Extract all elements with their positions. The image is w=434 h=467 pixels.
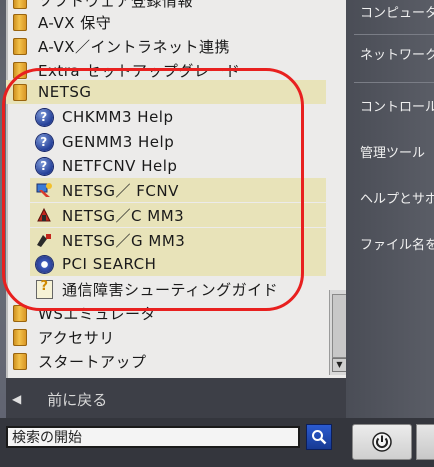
right-item-control-panel[interactable]: コントロール — [360, 96, 434, 115]
netsg-g-icon — [34, 230, 54, 250]
menu-item-netsg-fcnv[interactable]: NETSG／ FCNV — [30, 178, 326, 202]
menu-item-netfcnv-help[interactable]: ? NETFCNV Help — [30, 154, 326, 178]
help-icon: ? — [34, 132, 54, 152]
right-item-computer[interactable]: コンピュータ — [360, 2, 434, 21]
folder-icon — [10, 327, 30, 347]
search-button[interactable] — [306, 424, 332, 450]
menu-item-label: NETSG／G MM3 — [62, 231, 186, 250]
folder-icon — [10, 36, 30, 56]
menu-item-label: A-VX 保守 — [38, 13, 112, 32]
folder-icon — [10, 60, 30, 80]
menu-item-label: PCI SEARCH — [62, 255, 157, 273]
menu-item-avx-maintenance[interactable]: A-VX 保守 — [6, 10, 326, 34]
right-item-run[interactable]: ファイル名を — [360, 234, 434, 253]
menu-item-startup[interactable]: スタートアップ — [6, 349, 326, 373]
menu-item-netsg-g-mm3[interactable]: NETSG／G MM3 — [30, 228, 326, 252]
right-item-admin-tools[interactable]: 管理ツール — [360, 142, 425, 161]
folder-icon — [10, 0, 30, 10]
programs-menu-footer: ◀ 前に戻る — [6, 378, 346, 418]
menu-item-label: 通信障害シューティングガイド — [62, 280, 279, 299]
menu-item-genmm3-help[interactable]: ? GENMM3 Help — [30, 130, 326, 154]
back-button-label: 前に戻る — [47, 390, 108, 409]
search-input[interactable]: 検索の開始 — [6, 426, 300, 448]
right-pane: コンピュータ ネットワーク コントロール 管理ツール ヘルプとサポ ファイル名を — [346, 0, 434, 418]
menu-item-label: GENMM3 Help — [62, 133, 175, 151]
menu-item-label: ソフトウェア登録情報 — [38, 0, 194, 10]
menu-item-label: CHKMM3 Help — [62, 108, 174, 126]
folder-icon — [10, 303, 30, 323]
menu-item-label: NETFCNV Help — [62, 157, 178, 175]
menu-item-netsg[interactable]: NETSG — [6, 80, 326, 104]
menu-item-netsg-c-mm3[interactable]: NETSG／C MM3 — [30, 203, 326, 227]
menu-item-label: Extra セットアップグレード — [38, 61, 241, 80]
folder-icon — [10, 12, 30, 32]
menu-item-label: アクセサリ — [38, 328, 115, 347]
right-item-network[interactable]: ネットワーク — [360, 44, 434, 63]
divider — [354, 82, 434, 83]
search-icon — [312, 430, 327, 445]
divider — [354, 34, 434, 35]
menu-item-ws-emulator[interactable]: WSエミュレータ — [6, 301, 326, 325]
left-triangle-icon: ◀ — [12, 392, 22, 406]
folder-icon — [10, 351, 30, 371]
pci-search-icon — [34, 254, 54, 274]
menu-item-label: WSエミュレータ — [38, 304, 157, 323]
menu-item-extra-upgrade[interactable]: Extra セットアップグレード — [6, 58, 326, 82]
right-item-help-support[interactable]: ヘルプとサポ — [360, 188, 434, 207]
back-button[interactable]: ◀ 前に戻る — [12, 386, 152, 412]
power-options-arrow[interactable] — [416, 424, 434, 460]
folder-icon — [10, 82, 30, 102]
menu-item-pci-search[interactable]: PCI SEARCH — [30, 252, 326, 276]
menu-item-label: スタートアップ — [38, 352, 147, 371]
netsg-fcnv-icon — [34, 180, 54, 200]
menu-item-network-troubleshooting-guide[interactable]: 通信障害シューティングガイド — [30, 277, 326, 301]
power-button[interactable] — [352, 424, 412, 460]
start-menu-screen: ソフトウェア登録情報 A-VX 保守 A-VX／イントラネット連携 Extra … — [0, 0, 434, 467]
search-bar-area: 検索の開始 — [0, 418, 434, 467]
menu-item-accessories[interactable]: アクセサリ — [6, 325, 326, 349]
menu-item-label: A-VX／イントラネット連携 — [38, 37, 231, 56]
scrollbar-thumb[interactable] — [332, 294, 347, 358]
scroll-down-arrow-icon[interactable]: ▼ — [332, 358, 347, 372]
help-icon: ? — [34, 156, 54, 176]
menu-item-chkmm3-help[interactable]: ? CHKMM3 Help — [30, 105, 326, 129]
menu-item-avx-intranet[interactable]: A-VX／イントラネット連携 — [6, 34, 326, 58]
power-icon — [372, 432, 392, 452]
help-icon: ? — [34, 107, 54, 127]
guide-icon — [34, 279, 54, 299]
menu-item-label: NETSG／ FCNV — [62, 181, 179, 200]
netsg-c-icon — [34, 205, 54, 225]
programs-menu: ソフトウェア登録情報 A-VX 保守 A-VX／イントラネット連携 Extra … — [6, 0, 348, 378]
menu-item-label: NETSG — [38, 83, 92, 101]
menu-item-label: NETSG／C MM3 — [62, 206, 185, 225]
